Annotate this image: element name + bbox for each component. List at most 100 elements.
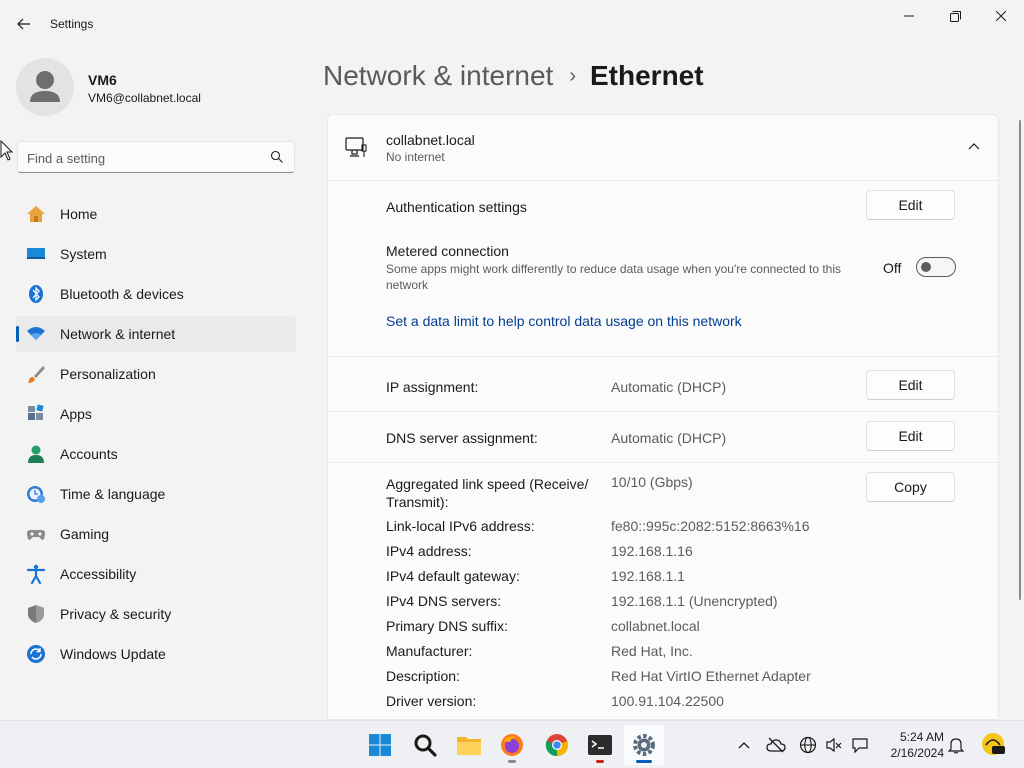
file-explorer-button[interactable] xyxy=(449,725,489,765)
terminal-icon xyxy=(588,735,612,755)
dns-assignment-label: DNS server assignment: xyxy=(386,430,538,446)
back-button[interactable] xyxy=(10,10,38,38)
home-icon xyxy=(27,206,45,222)
bluetooth-icon xyxy=(29,285,43,303)
firefox-button[interactable] xyxy=(492,725,532,765)
sidebar-item-label: Accounts xyxy=(60,446,118,462)
ip-assignment-value: Automatic (DHCP) xyxy=(611,379,727,395)
sidebar-item-label: Privacy & security xyxy=(60,606,172,622)
restore-icon xyxy=(949,10,961,22)
data-limit-link[interactable]: Set a data limit to help control data us… xyxy=(386,313,742,329)
minimize-icon xyxy=(904,15,914,17)
sidebar-item-label: Apps xyxy=(60,406,92,422)
sidebar-item-time-language[interactable]: Time & language xyxy=(16,476,296,512)
wifi-icon xyxy=(27,327,45,340)
avatar[interactable] xyxy=(16,58,74,116)
sidebar-item-label: Personalization xyxy=(60,366,156,382)
sidebar-item-label: Time & language xyxy=(60,486,166,502)
sidebar-item-accounts[interactable]: Accounts xyxy=(16,436,296,472)
sidebar-item-network[interactable]: Network & internet xyxy=(16,316,296,352)
running-indicator xyxy=(508,760,516,763)
sidebar-item-bluetooth[interactable]: Bluetooth & devices xyxy=(16,276,296,312)
sidebar-item-label: Network & internet xyxy=(60,326,176,342)
sidebar-item-accessibility[interactable]: Accessibility xyxy=(16,556,296,592)
description-label: Description: xyxy=(386,668,460,684)
sidebar-item-label: Home xyxy=(60,206,98,222)
back-arrow-icon xyxy=(17,18,30,30)
ipv6-value: fe80::995c:2082:5152:8663%16 xyxy=(611,518,810,534)
chrome-button[interactable] xyxy=(537,725,577,765)
ime-tray-button[interactable] xyxy=(850,735,870,755)
update-icon xyxy=(27,645,45,663)
driver-version-label: Driver version: xyxy=(386,693,477,709)
chat-icon xyxy=(852,738,868,754)
clock-date: 2/16/2024 xyxy=(890,746,944,760)
dns-servers-value: 192.168.1.1 (Unencrypted) xyxy=(611,593,778,609)
settings-taskbar-button[interactable] xyxy=(624,725,664,765)
search-input[interactable] xyxy=(27,148,262,168)
network-header[interactable]: collabnet.local No internet xyxy=(328,115,998,181)
sidebar-item-label: System xyxy=(60,246,107,262)
auth-settings-label: Authentication settings xyxy=(386,199,527,215)
page-title: Ethernet xyxy=(590,60,704,91)
dns-suffix-label: Primary DNS suffix: xyxy=(386,618,508,634)
time-language-icon xyxy=(27,486,45,503)
taskbar-search-button[interactable] xyxy=(405,725,445,765)
description-value: Red Hat VirtIO Ethernet Adapter xyxy=(611,668,811,684)
clock-time: 5:24 AM xyxy=(899,730,944,744)
maximize-button[interactable] xyxy=(932,0,978,32)
sidebar-item-home[interactable]: Home xyxy=(16,196,296,232)
sidebar-item-privacy[interactable]: Privacy & security xyxy=(16,596,296,632)
copy-button[interactable]: Copy xyxy=(866,472,955,502)
search-box[interactable] xyxy=(17,141,295,173)
manufacturer-value: Red Hat, Inc. xyxy=(611,643,693,659)
divider xyxy=(328,411,998,412)
cloud-offline-icon xyxy=(766,737,786,753)
metered-connection-toggle[interactable] xyxy=(916,257,956,277)
network-tray-button[interactable] xyxy=(798,735,818,755)
search-icon xyxy=(414,734,437,757)
breadcrumb-parent[interactable]: Network & internet xyxy=(323,60,553,92)
terminal-button[interactable] xyxy=(580,725,620,765)
taskbar-clock[interactable]: 5:24 AM 2/16/2024 xyxy=(872,729,944,761)
start-button[interactable] xyxy=(360,725,400,765)
toggle-knob xyxy=(921,262,931,272)
sidebar-item-system[interactable]: System xyxy=(16,236,296,272)
show-hidden-icons-button[interactable] xyxy=(734,735,754,755)
auth-edit-button[interactable]: Edit xyxy=(866,190,955,220)
sidebar-item-label: Accessibility xyxy=(60,566,137,582)
scrollbar[interactable] xyxy=(1019,120,1021,600)
close-button[interactable] xyxy=(978,0,1024,32)
brush-icon xyxy=(28,366,45,383)
manufacturer-label: Manufacturer: xyxy=(386,643,473,659)
sidebar-item-apps[interactable]: Apps xyxy=(16,396,296,432)
gateway-label: IPv4 default gateway: xyxy=(386,568,520,584)
metered-toggle-state: Off xyxy=(883,260,902,276)
sidebar-item-windows-update[interactable]: Windows Update xyxy=(16,636,296,672)
breadcrumb: Network & internet › Ethernet xyxy=(323,58,704,94)
user-email: VM6@collabnet.local xyxy=(88,91,201,105)
ip-assignment-label: IP assignment: xyxy=(386,379,479,395)
shield-icon xyxy=(28,605,44,623)
gateway-value: 192.168.1.1 xyxy=(611,568,685,584)
onedrive-tray-button[interactable] xyxy=(766,735,786,755)
accounts-icon xyxy=(28,445,44,463)
chevron-up-icon xyxy=(738,742,750,749)
settings-icon xyxy=(633,734,655,756)
running-indicator xyxy=(596,760,604,763)
taskbar: 5:24 AM 2/16/2024 xyxy=(0,720,1024,768)
sidebar-item-gaming[interactable]: Gaming xyxy=(16,516,296,552)
chevron-up-icon[interactable] xyxy=(966,139,982,155)
start-icon xyxy=(369,734,391,756)
sidebar-item-personalization[interactable]: Personalization xyxy=(16,356,296,392)
notifications-button[interactable] xyxy=(946,735,966,755)
ip-edit-button[interactable]: Edit xyxy=(866,370,955,400)
dns-edit-button[interactable]: Edit xyxy=(866,421,955,451)
minimize-button[interactable] xyxy=(886,0,932,32)
copilot-button[interactable] xyxy=(980,731,1006,757)
volume-tray-button[interactable] xyxy=(824,735,844,755)
metered-connection-label: Metered connection xyxy=(386,243,509,259)
search-icon[interactable] xyxy=(270,150,284,164)
network-name: collabnet.local xyxy=(386,132,475,148)
ethernet-card: collabnet.local No internet Authenticati… xyxy=(327,114,999,720)
